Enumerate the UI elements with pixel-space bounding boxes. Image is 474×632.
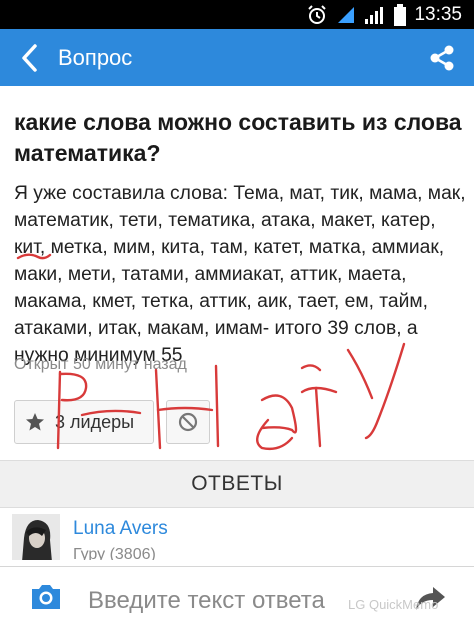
leaders-button[interactable]: 3 лидеры [14,400,154,444]
share-button[interactable] [424,40,460,76]
answers-header-label: ОТВЕТЫ [191,472,283,495]
answer-author-rank: Гуру (3806) [73,546,156,560]
report-button[interactable] [166,400,210,444]
quickmemo-watermark: LG QuickMemo [348,597,439,612]
wifi-icon [336,5,356,25]
signal-icon [364,5,386,25]
answer-author[interactable]: Luna Avers [73,518,168,540]
answer-item[interactable]: Luna Avers Гуру (3806) [0,508,474,560]
avatar[interactable] [12,514,60,560]
status-bar: 13:35 [0,0,474,29]
leaders-label: 3 лидеры [55,411,135,432]
star-icon [26,413,44,431]
question-timestamp: Открыт 50 минут назад [14,356,187,373]
back-arrow-icon [22,43,37,72]
battery-icon [394,3,407,26]
back-button[interactable] [8,29,52,86]
app-bar: Вопрос [0,29,474,86]
answers-header: ОТВЕТЫ [0,460,474,508]
clock-time: 13:35 [414,3,462,25]
share-icon [430,45,454,71]
question-title: какие слова можно составить из слова мат… [14,109,462,166]
block-icon [178,412,198,432]
app-bar-title: Вопрос [58,44,133,70]
camera-button[interactable] [26,579,66,615]
camera-icon [32,585,60,609]
alarm-icon [306,4,328,26]
question-body: Я уже составила слова: Тема, мат, тик, м… [14,183,466,366]
